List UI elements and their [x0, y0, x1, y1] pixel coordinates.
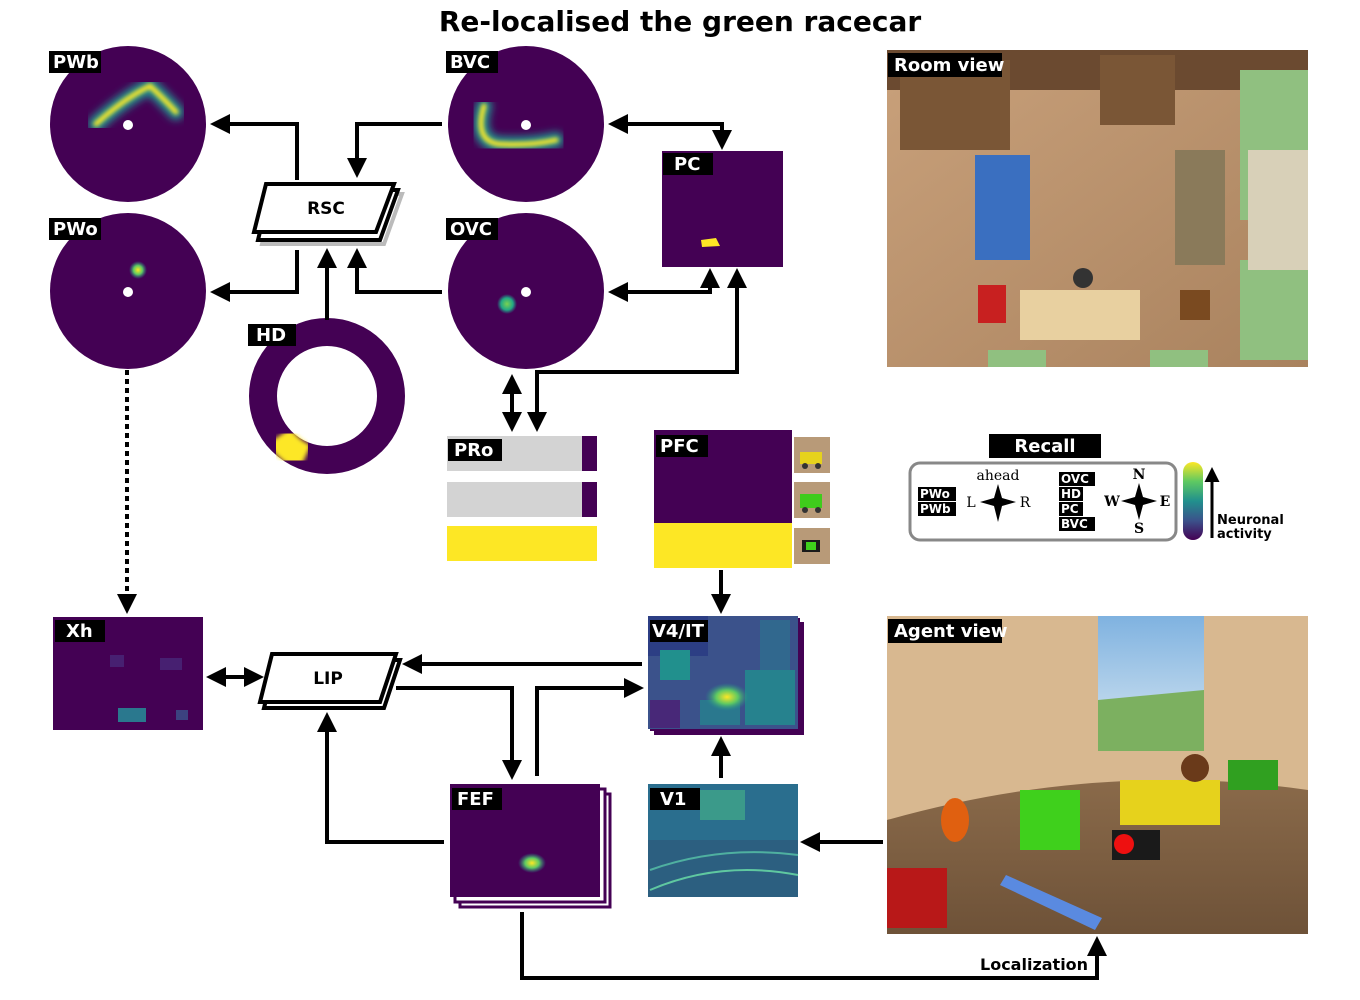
pwb-label: PWb: [53, 52, 99, 73]
v1-label: V1: [660, 789, 686, 810]
rsc-box: RSC: [251, 182, 405, 246]
legend-bvc: BVC: [1061, 517, 1088, 531]
yellow-truck-thumbnail: [794, 437, 830, 473]
room-view-panel: Room view: [887, 50, 1308, 367]
green-truck-thumbnail: [794, 482, 830, 518]
legend: Recall PWo PWb ahead L R OVC HD PC BVC N…: [908, 434, 1284, 542]
pc-panel: PC: [662, 151, 783, 267]
agent-yellow-truck: [1120, 780, 1220, 825]
v4it-label: V4/IT: [652, 621, 705, 642]
pro-label: PRo: [454, 440, 493, 461]
legend-north: N: [1133, 467, 1146, 483]
activity-colorbar: [1183, 462, 1203, 540]
hd-label: HD: [256, 325, 286, 346]
pwb-panel: PWb: [49, 46, 206, 202]
room-sofa: [1175, 150, 1225, 265]
legend-pc: PC: [1061, 502, 1079, 516]
pwo-panel: PWo: [49, 213, 206, 369]
diagram-title: Re-localised the green racecar: [439, 5, 921, 38]
room-agent: [1073, 268, 1093, 288]
xh-label: Xh: [66, 621, 93, 642]
v4it-panel: V4/IT: [648, 616, 804, 735]
legend-pwo: PWo: [920, 487, 950, 501]
fef-label: FEF: [457, 789, 494, 810]
legend-ovc: OVC: [1061, 472, 1089, 486]
xh-panel: Xh: [53, 617, 203, 730]
rsc-label: RSC: [307, 199, 345, 219]
hd-panel: HD: [248, 318, 405, 474]
legend-ahead: ahead: [977, 468, 1020, 484]
room-bed: [975, 155, 1030, 260]
bvc-panel: BVC: [446, 46, 604, 202]
fef-panel: FEF: [450, 784, 612, 909]
localization-label: Localization: [980, 955, 1088, 974]
pro-bar-3: [447, 526, 597, 561]
legend-hd: HD: [1061, 487, 1081, 501]
pwo-label: PWo: [53, 219, 98, 240]
v1-panel: V1: [648, 784, 799, 897]
legend-title: Recall: [1014, 436, 1075, 457]
ovc-panel: OVC: [446, 213, 604, 369]
pc-label: PC: [674, 154, 700, 175]
pro-panel: PRo: [447, 436, 597, 561]
lip-label: LIP: [313, 669, 343, 689]
pro-bar-2: [447, 482, 582, 517]
architecture-diagram: Re-localised the green racecar PWb BVC P…: [49, 5, 1308, 980]
green-racecar-thumbnail: [794, 528, 830, 564]
legend-right: R: [1020, 495, 1031, 511]
agent-green-truck: [1020, 790, 1080, 850]
room-view-label: Room view: [894, 55, 1004, 76]
pfc-panel: PFC: [654, 430, 830, 568]
legend-activity-line1: Neuronal: [1217, 513, 1284, 528]
bvc-label: BVC: [450, 52, 490, 73]
agent-orange-toy: [941, 798, 969, 842]
legend-pwb: PWb: [920, 502, 951, 516]
legend-south: S: [1134, 521, 1144, 537]
legend-west: W: [1103, 494, 1120, 510]
ovc-label: OVC: [450, 219, 492, 240]
room-table: [1020, 290, 1140, 340]
agent-view-label: Agent view: [894, 621, 1007, 642]
legend-activity-line2: activity: [1217, 527, 1272, 542]
legend-east: E: [1160, 494, 1171, 510]
lip-box: LIP: [257, 652, 403, 710]
legend-left: L: [966, 495, 975, 511]
pfc-label: PFC: [660, 436, 699, 457]
agent-view-panel: Agent view: [887, 616, 1308, 934]
